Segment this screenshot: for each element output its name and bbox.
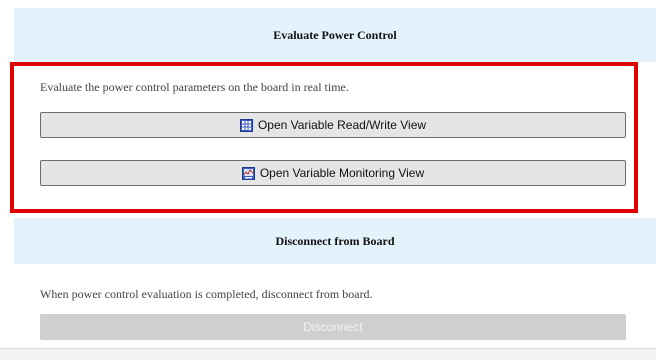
table-grid-icon [239, 118, 253, 132]
monitoring-button-label: Open Variable Monitoring View [259, 166, 425, 180]
disconnect-section-title: Disconnect from Board [275, 233, 395, 248]
disconnect-section-header: Disconnect from Board [14, 218, 656, 264]
monitor-chart-icon [241, 166, 255, 180]
read-write-button-label: Open Variable Read/Write View [257, 118, 427, 132]
disconnect-button[interactable]: Disconnect [40, 314, 626, 340]
open-variable-read-write-view-button[interactable]: Open Variable Read/Write View [40, 112, 626, 138]
bottom-divider [0, 348, 656, 360]
disconnect-button-label: Disconnect [303, 320, 363, 334]
evaluate-section-header: Evaluate Power Control [14, 8, 656, 62]
disconnect-description: When power control evaluation is complet… [40, 287, 373, 301]
evaluate-section-title: Evaluate Power Control [273, 27, 397, 42]
open-variable-monitoring-view-button[interactable]: Open Variable Monitoring View [40, 160, 626, 186]
evaluate-description: Evaluate the power control parameters on… [40, 80, 349, 94]
